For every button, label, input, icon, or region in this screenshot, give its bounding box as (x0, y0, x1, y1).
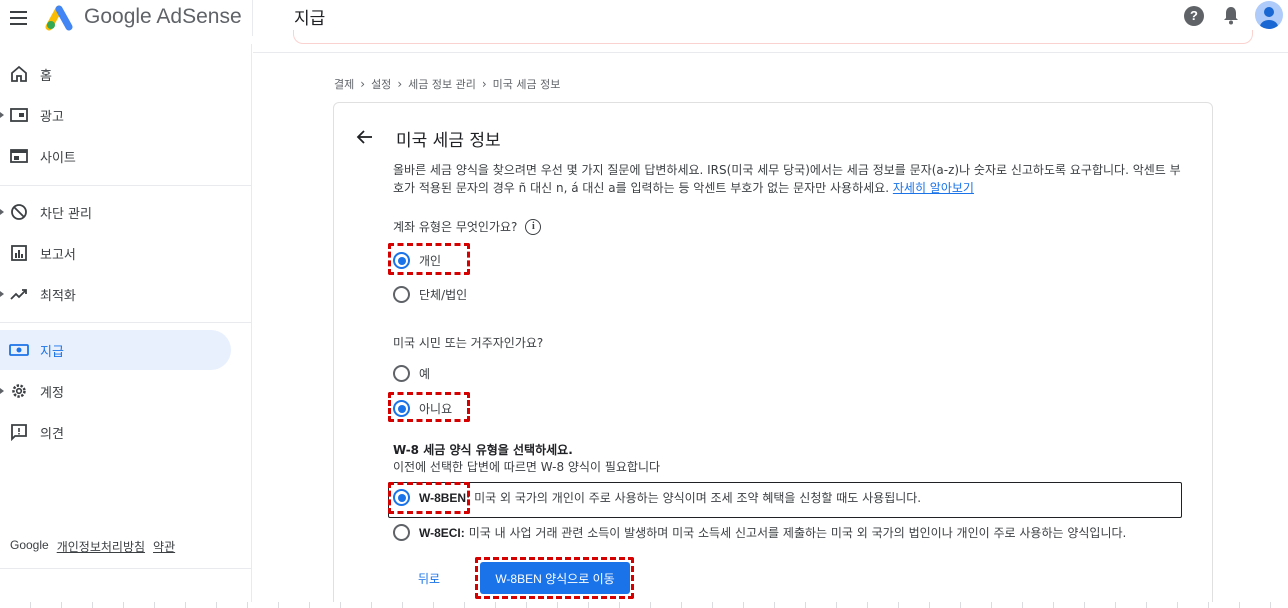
sidebar-item-feedback[interactable]: 의견 (0, 412, 231, 452)
info-icon[interactable]: i (525, 218, 542, 235)
question-label: 계좌 유형은 무엇인가요? (393, 220, 518, 234)
sidebar-item-payments[interactable]: 지급 (0, 330, 231, 370)
highlight-box (388, 243, 470, 275)
sidebar-item-label: 사이트 (40, 150, 76, 166)
back-arrow-icon[interactable] (356, 128, 374, 146)
highlight-box (388, 482, 470, 514)
avatar[interactable] (1255, 1, 1283, 29)
highlight-box (475, 557, 634, 599)
radio-entity[interactable]: 단체/법인 (393, 286, 467, 303)
main-divider (253, 52, 1288, 53)
sidebar-divider (0, 322, 252, 323)
expand-caret-icon (0, 388, 4, 394)
learn-more-link[interactable]: 자세히 알아보기 (893, 181, 974, 195)
back-button[interactable]: 뒤로 (418, 570, 440, 587)
sidebar-item-label: 차단 관리 (40, 206, 92, 222)
expand-caret-icon (0, 112, 4, 118)
privacy-link[interactable]: 개인정보처리방침 (57, 538, 145, 555)
brand-name: Google AdSense (84, 5, 242, 28)
form-code: W-8ECI: (419, 525, 465, 540)
page-title-header: 지급 (294, 9, 326, 29)
form-description: 미국 외 국가의 개인이 주로 사용하는 양식이며 조세 조약 혜택을 신청할 … (474, 491, 922, 505)
intro-body: 올바른 세금 양식을 찾으려면 우선 몇 가지 질문에 답변하세요. IRS(미… (393, 163, 1181, 195)
feedback-icon (9, 422, 29, 442)
sidebar: 홈 광고 사이트 차단 관리 보고서 최적화 지급 계정 의견 (0, 44, 252, 608)
bottom-edge (0, 602, 1288, 608)
sidebar-item-label: 계정 (40, 385, 64, 401)
ads-icon (9, 105, 29, 125)
sidebar-item-ads[interactable]: 광고 (0, 95, 231, 135)
breadcrumb-item[interactable]: 설정 (371, 76, 391, 92)
header-divider (252, 0, 253, 36)
sidebar-divider (0, 185, 252, 186)
w8-section-title: W-8 세금 양식 유형을 선택하세요. (393, 443, 573, 457)
intro-text: 올바른 세금 양식을 찾으려면 우선 몇 가지 질문에 답변하세요. IRS(미… (393, 161, 1183, 197)
chevron-right-icon: › (360, 77, 366, 91)
radio-button[interactable] (393, 365, 410, 382)
block-icon (9, 202, 29, 222)
alert-banner (293, 30, 1253, 44)
menu-icon[interactable] (10, 8, 32, 28)
sidebar-item-label: 보고서 (40, 247, 76, 263)
chevron-right-icon: › (397, 77, 403, 91)
home-icon (9, 64, 29, 84)
radio-button[interactable] (393, 286, 410, 303)
terms-link[interactable]: 약관 (153, 538, 175, 555)
sites-icon (9, 146, 29, 166)
gear-icon (9, 381, 29, 401)
radio-label: 예 (419, 367, 431, 381)
radio-button[interactable] (393, 524, 410, 541)
form-description: 미국 내 사업 거래 관련 소득이 발생하며 미국 소득세 신고서를 제출하는 … (468, 526, 1127, 540)
adsense-logo (45, 5, 73, 31)
breadcrumb-item[interactable]: 결제 (334, 76, 354, 92)
sidebar-item-sites[interactable]: 사이트 (0, 136, 231, 176)
sidebar-divider (0, 568, 252, 569)
sidebar-item-label: 의견 (40, 426, 64, 442)
sidebar-item-account[interactable]: 계정 (0, 371, 231, 411)
reports-icon (9, 243, 29, 263)
sidebar-item-blocking[interactable]: 차단 관리 (0, 192, 231, 232)
sidebar-item-reports[interactable]: 보고서 (0, 233, 231, 273)
bell-icon[interactable] (1222, 5, 1240, 25)
radio-label: 단체/법인 (419, 288, 468, 302)
help-icon[interactable]: ? (1184, 6, 1204, 26)
us-citizen-question: 미국 시민 또는 거주자인가요? (393, 334, 543, 351)
expand-caret-icon (0, 209, 4, 215)
expand-caret-icon (0, 291, 4, 297)
sidebar-item-optimization[interactable]: 최적화 (0, 274, 231, 314)
radio-w8eci[interactable]: W-8ECI: 미국 내 사업 거래 관련 소득이 발생하며 미국 소득세 신고… (393, 524, 1126, 541)
radio-w8ben[interactable]: W-8BEN: 미국 외 국가의 개인이 주로 사용하는 양식이며 조세 조약 … (393, 489, 921, 506)
footer-brand: Google (10, 538, 49, 552)
sidebar-item-label: 홈 (40, 68, 52, 84)
breadcrumb-item[interactable]: 세금 정보 관리 (408, 76, 476, 92)
radio-yes[interactable]: 예 (393, 365, 430, 382)
chevron-right-icon: › (481, 77, 487, 91)
w8-section-subtitle: 이전에 선택한 답변에 따르면 W-8 양식이 필요합니다 (393, 460, 661, 474)
breadcrumb: 결제 › 설정 › 세금 정보 관리 › 미국 세금 정보 (334, 76, 560, 92)
breadcrumb-item: 미국 세금 정보 (492, 78, 561, 91)
account-type-question: 계좌 유형은 무엇인가요? i (393, 218, 542, 235)
sidebar-footer: Google 개인정보처리방침 약관 (10, 538, 175, 555)
sidebar-item-label: 최적화 (40, 288, 76, 304)
highlight-box (388, 392, 470, 422)
sidebar-item-home[interactable]: 홈 (0, 54, 231, 94)
form-title: 미국 세금 정보 (396, 131, 501, 151)
payments-icon (9, 340, 29, 360)
question-label: 미국 시민 또는 거주자인가요? (393, 336, 544, 350)
trending-icon (9, 284, 29, 304)
sidebar-item-label: 지급 (40, 344, 64, 360)
sidebar-item-label: 광고 (40, 109, 64, 125)
